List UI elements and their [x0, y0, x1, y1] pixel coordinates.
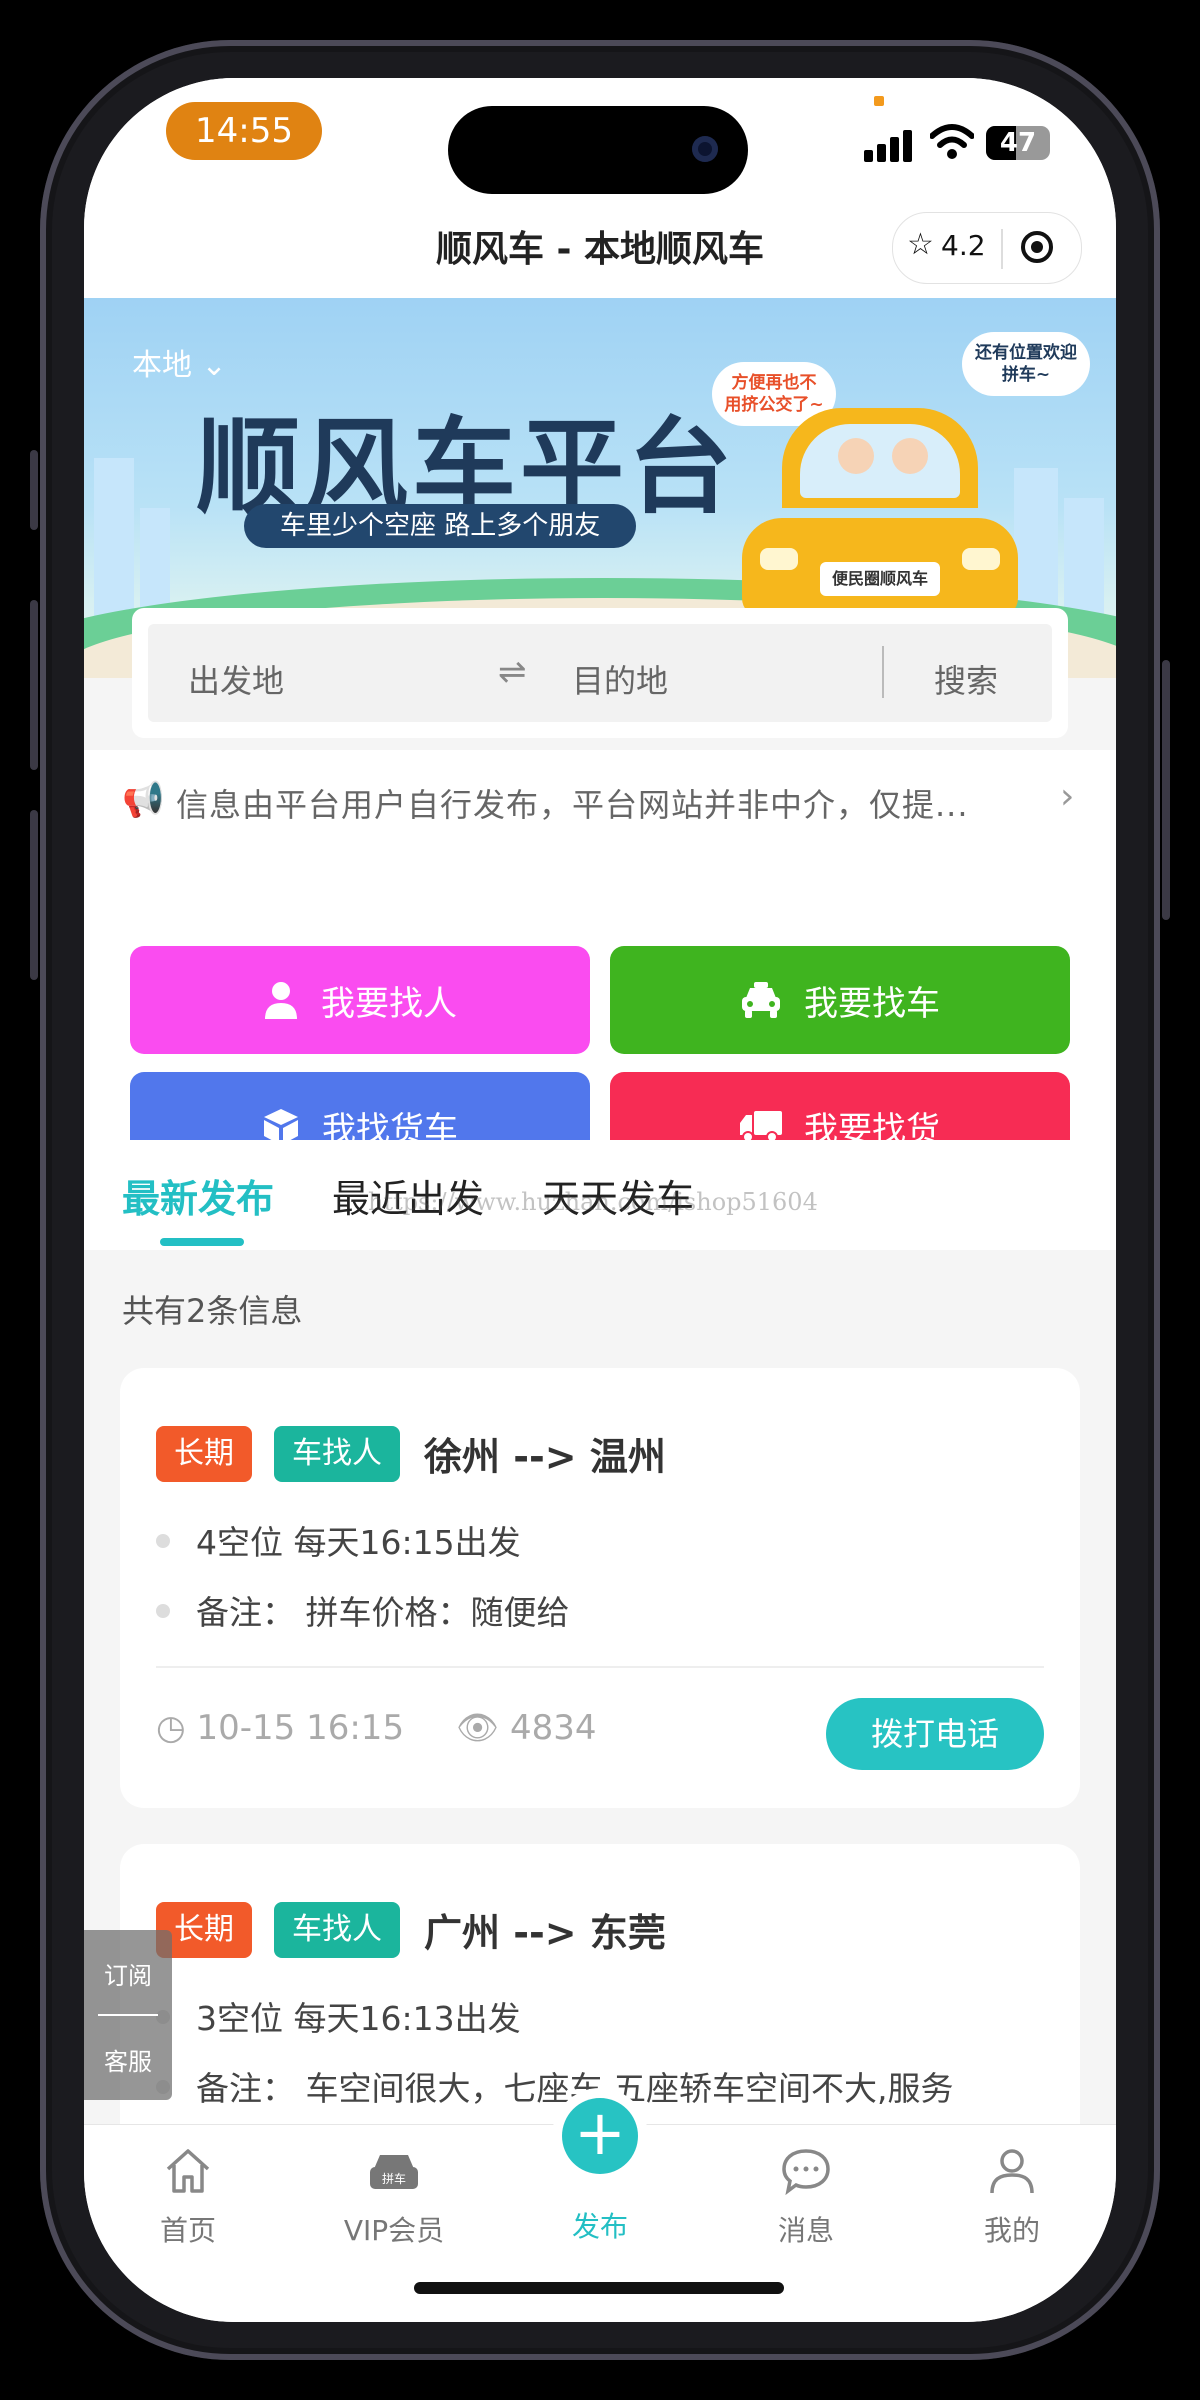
vip-badge-text: 拼车	[382, 2171, 406, 2186]
departure-input[interactable]: 出发地	[188, 656, 284, 702]
find-passenger-button[interactable]: 我要找人	[130, 946, 590, 1054]
ride-card[interactable]: 长期 车找人 徐州 --> 温州 4空位 每天16:15出发 备注： 拼车价格：…	[120, 1368, 1080, 1808]
battery-level: 47	[999, 128, 1037, 158]
list-tabs: 最新发布 最近出发 天天发车 https://www.huzhan.com/is…	[84, 1140, 1116, 1250]
clock-icon: ◷	[156, 1708, 186, 1748]
search-button[interactable]: 搜索	[934, 656, 998, 702]
result-count: 共有2条信息	[122, 1292, 303, 1330]
volume-up-button	[30, 600, 38, 770]
banner-slogan: 车里少个空座 路上多个朋友	[244, 504, 637, 548]
dynamic-island	[448, 106, 748, 194]
watermark: https://www.huzhan.com/ishop51604	[368, 1188, 818, 1216]
home-indicator	[414, 2282, 784, 2294]
notice-text: 信息由平台用户自行发布，平台网站并非中介，仅提...	[176, 786, 969, 824]
call-button[interactable]: 拨打电话	[826, 1698, 1044, 1770]
power-button	[1162, 660, 1170, 920]
miniprogram-capsule[interactable]: ☆ 4.2	[892, 212, 1082, 284]
floating-widget: 订阅 客服	[84, 1930, 172, 2100]
find-passenger-label: 我要找人	[321, 983, 457, 1024]
search-card: 出发地 ⇌ 目的地 搜索	[132, 608, 1068, 738]
status-bar: 14:55 47	[84, 78, 1116, 198]
subscribe-button[interactable]: 订阅	[84, 1956, 172, 1991]
seats-info: 4空位 每天16:15出发	[196, 1523, 521, 1562]
signal-icon	[864, 128, 916, 162]
person-icon	[265, 982, 297, 1019]
destination-input[interactable]: 目的地	[572, 656, 668, 702]
route-text: 广州 --> 东莞	[424, 1911, 666, 1955]
speech-bubble-right: 还有位置欢迎拼车~	[962, 332, 1090, 396]
find-car-label: 我要找车	[804, 983, 940, 1024]
chevron-down-icon: ⌄	[201, 348, 227, 383]
notice-bar[interactable]: 📢 信息由平台用户自行发布，平台网站并非中介，仅提... ›	[84, 750, 1116, 850]
star-icon: ☆	[907, 227, 934, 262]
tab-latest[interactable]: 最新发布	[122, 1168, 274, 1223]
quick-actions: 我要找人 我要找车 我找货车 我要找货	[84, 850, 1116, 1180]
navigation-bar: 顺风车 - 本地顺风车 ☆ 4.2	[84, 198, 1116, 298]
camera-icon	[692, 136, 718, 162]
vip-car-icon: 拼车	[370, 2155, 418, 2189]
tab-home[interactable]: 首页	[118, 2145, 258, 2249]
customer-service-button[interactable]: 客服	[84, 2042, 172, 2077]
eye-icon: 👁	[456, 1708, 500, 1748]
seats-info: 3空位 每天16:13出发	[196, 1999, 521, 2038]
tab-profile[interactable]: 我的	[942, 2145, 1082, 2249]
close-miniprogram-icon[interactable]	[1021, 231, 1053, 263]
chevron-right-icon: ›	[1060, 776, 1075, 817]
battery-icon: 47	[986, 126, 1050, 160]
home-icon	[166, 2149, 210, 2193]
car-plate: 便民圈顺风车	[820, 562, 940, 596]
swap-icon[interactable]: ⇌	[498, 652, 527, 692]
car-illustration: 便民圈顺风车	[742, 398, 1018, 618]
user-icon	[990, 2149, 1034, 2194]
plus-icon[interactable]: +	[562, 2098, 638, 2174]
wifi-icon	[930, 124, 974, 159]
location-selector[interactable]: 本地 ⌄	[132, 340, 227, 384]
ride-type-tag: 车找人	[274, 1426, 400, 1482]
duration-tag: 长期	[156, 1426, 252, 1482]
rating-value: 4.2	[941, 229, 986, 262]
volume-down-button	[30, 810, 38, 980]
find-car-button[interactable]: 我要找车	[610, 946, 1070, 1054]
post-time: ◷ 10-15 16:15	[156, 1708, 405, 1748]
speaker-icon: 📢	[122, 780, 165, 820]
tab-messages[interactable]: 消息	[736, 2145, 876, 2249]
privacy-indicator	[874, 96, 884, 106]
truck-icon	[740, 1111, 782, 1143]
view-count: 👁 4834	[456, 1708, 597, 1748]
car-icon	[742, 982, 780, 1018]
chat-icon	[782, 2149, 830, 2196]
route-search: 出发地 ⇌ 目的地 搜索	[148, 624, 1052, 722]
tab-publish[interactable]: 发布	[530, 2201, 670, 2245]
active-tab-indicator	[160, 1238, 244, 1246]
note-text: 备注： 拼车价格：随便给	[196, 1593, 570, 1632]
phone-screen: 14:55 47 顺风车 - 本地顺风车 ☆ 4.2 本地 ⌄ 顺风车平台 车里…	[84, 78, 1116, 2322]
mute-switch	[30, 450, 38, 530]
ride-type-tag: 车找人	[274, 1902, 400, 1958]
status-time: 14:55	[166, 102, 322, 160]
route-text: 徐州 --> 温州	[424, 1435, 666, 1479]
tab-vip[interactable]: 拼车 VIP会员	[324, 2145, 464, 2249]
